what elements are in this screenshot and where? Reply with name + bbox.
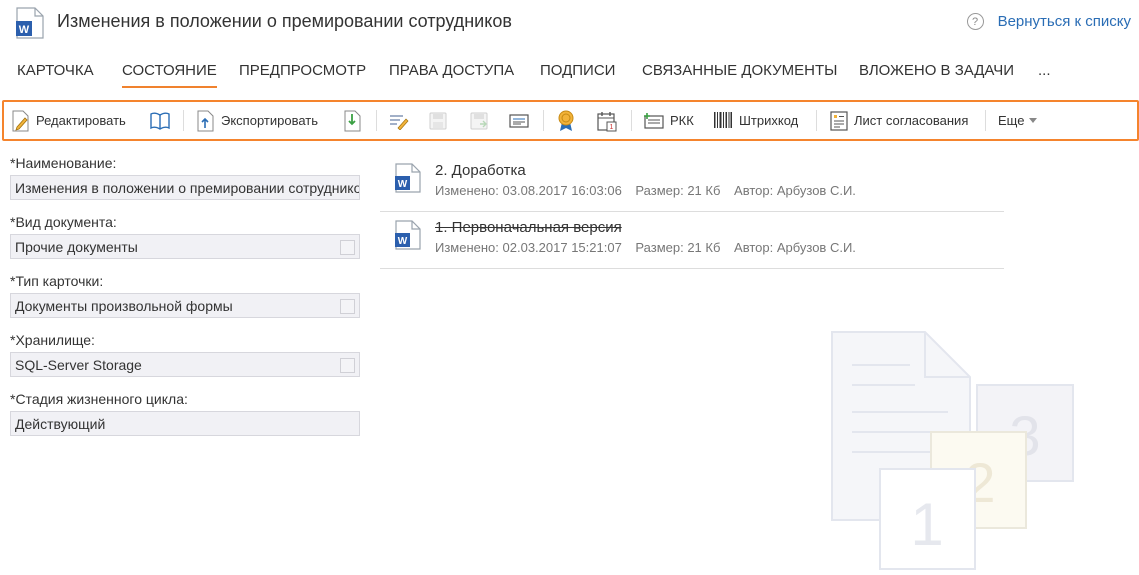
- edit-label: Редактировать: [36, 113, 126, 128]
- version-modified: Изменено: 03.08.2017 16:03:06: [435, 183, 622, 198]
- rkk-icon: [644, 112, 664, 129]
- doc-type-select-button[interactable]: [340, 240, 355, 255]
- export-button[interactable]: Экспортировать: [197, 102, 318, 139]
- doc-type-value: Прочие документы: [15, 239, 138, 255]
- version-modified: Изменено: 02.03.2017 15:21:07: [435, 240, 622, 255]
- tab-access-rights[interactable]: ПРАВА ДОСТУПА: [389, 62, 514, 86]
- svg-text:1: 1: [610, 124, 614, 131]
- back-to-list-label[interactable]: Вернуться к списку: [998, 13, 1131, 30]
- read-button[interactable]: [150, 102, 170, 139]
- save-as-icon: [470, 112, 488, 129]
- import-button[interactable]: [344, 102, 362, 139]
- toolbar: Редактировать Экспортировать 1 РКК Штрих…: [2, 100, 1139, 141]
- book-icon: [150, 112, 170, 130]
- svg-text:1: 1: [910, 491, 943, 558]
- versions-list: W 2. Доработка Изменено: 03.08.2017 16:0…: [380, 155, 1004, 269]
- rkk-button[interactable]: РКК: [644, 102, 694, 139]
- approval-sheet-button[interactable]: Лист согласования: [830, 102, 968, 139]
- tab-related-documents[interactable]: СВЯЗАННЫЕ ДОКУМЕНТЫ: [642, 62, 837, 86]
- svg-text:W: W: [19, 24, 30, 36]
- version-title[interactable]: 2. Доработка: [435, 162, 526, 179]
- versions-illustration: 3 2 1: [830, 330, 1080, 575]
- storage-field[interactable]: SQL-Server Storage: [10, 352, 360, 377]
- save-icon: [429, 112, 447, 129]
- award-icon: [558, 110, 574, 131]
- tab-more[interactable]: ...: [1038, 62, 1051, 86]
- edit-button[interactable]: Редактировать: [12, 102, 126, 139]
- barcode-label: Штрихкод: [739, 113, 799, 128]
- tab-state[interactable]: СОСТОЯНИЕ: [122, 62, 217, 88]
- rkk-label: РКК: [670, 113, 694, 128]
- edit-text-icon: [390, 114, 409, 130]
- storage-label: *Хранилище:: [10, 332, 95, 348]
- word-document-icon: W: [395, 220, 421, 255]
- page-title: Изменения в положении о премировании сот…: [57, 11, 512, 31]
- version-size: Размер: 21 Кб: [635, 183, 721, 198]
- tab-preview[interactable]: ПРЕДПРОСМОТР: [239, 62, 366, 86]
- name-field[interactable]: Изменения в положении о премировании сот…: [10, 175, 360, 200]
- tab-signatures[interactable]: ПОДПИСИ: [540, 62, 615, 86]
- tab-card[interactable]: КАРТОЧКА: [17, 62, 94, 86]
- version-title[interactable]: 1. Первоначальная версия: [435, 219, 622, 236]
- version-author: Автор: Арбузов С.И.: [734, 183, 856, 198]
- card-type-select-button[interactable]: [340, 299, 355, 314]
- version-meta: Изменено: 03.08.2017 16:03:06 Размер: 21…: [435, 183, 866, 198]
- export-icon: [197, 110, 214, 131]
- list-item[interactable]: W 2. Доработка Изменено: 03.08.2017 16:0…: [380, 155, 1004, 212]
- tab-attached-to-tasks[interactable]: ВЛОЖЕНО В ЗАДАЧИ: [859, 62, 1014, 86]
- storage-value: SQL-Server Storage: [15, 357, 142, 373]
- approval-sheet-label: Лист согласования: [854, 113, 969, 128]
- word-document-icon: W: [16, 7, 44, 44]
- word-document-icon: W: [395, 163, 421, 198]
- certificate-button[interactable]: [557, 102, 575, 139]
- doc-type-field[interactable]: Прочие документы: [10, 234, 360, 259]
- scan-icon: [509, 113, 529, 128]
- lifecycle-stage-label: *Стадия жизненного цикла:: [10, 391, 188, 407]
- import-icon: [344, 110, 361, 131]
- scan-button[interactable]: [509, 102, 529, 139]
- version-size: Размер: 21 Кб: [635, 240, 721, 255]
- save-as-button[interactable]: [470, 102, 488, 139]
- barcode-button[interactable]: Штрихкод: [713, 102, 798, 139]
- svg-text:W: W: [398, 179, 408, 190]
- doc-type-label: *Вид документа:: [10, 214, 117, 230]
- calendar-button[interactable]: 1: [596, 102, 618, 139]
- card-type-value: Документы произвольной формы: [15, 298, 233, 314]
- more-label: Еще: [998, 113, 1025, 128]
- header: W Изменения в положении о премировании с…: [0, 0, 1139, 50]
- back-to-list-link[interactable]: ? Вернуться к списку: [966, 13, 1131, 30]
- lifecycle-stage-field[interactable]: Действующий: [10, 411, 360, 436]
- export-label: Экспортировать: [221, 113, 318, 128]
- more-menu-button[interactable]: Еще: [998, 102, 1038, 139]
- barcode-icon: [714, 111, 732, 128]
- storage-select-button[interactable]: [340, 358, 355, 373]
- calendar-icon: 1: [597, 111, 617, 131]
- edit-text-button[interactable]: [389, 102, 409, 139]
- card-type-field[interactable]: Документы произвольной формы: [10, 293, 360, 318]
- help-icon[interactable]: ?: [966, 13, 984, 30]
- version-meta: Изменено: 02.03.2017 15:21:07 Размер: 21…: [435, 240, 866, 255]
- chevron-down-icon: [1029, 118, 1038, 123]
- edit-icon: [12, 110, 29, 131]
- version-author: Автор: Арбузов С.И.: [734, 240, 856, 255]
- name-label: *Наименование:: [10, 155, 117, 171]
- svg-text:W: W: [398, 236, 408, 247]
- approval-sheet-icon: [830, 110, 848, 131]
- save-button[interactable]: [429, 102, 447, 139]
- list-item[interactable]: W 1. Первоначальная версия Изменено: 02.…: [380, 212, 1004, 269]
- card-type-label: *Тип карточки:: [10, 273, 104, 289]
- card-form: *Наименование: Изменения в положении о п…: [10, 155, 360, 450]
